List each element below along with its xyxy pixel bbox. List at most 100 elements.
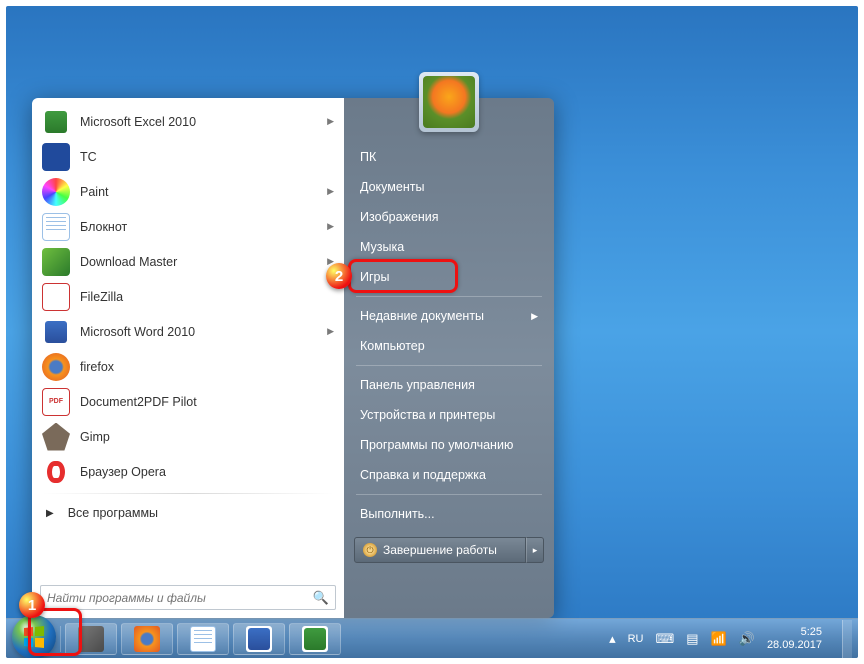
program-label: Блокнот xyxy=(80,220,317,234)
taskbar-icon xyxy=(78,626,104,652)
right-item-справка-и-поддержка[interactable]: Справка и поддержка xyxy=(350,460,548,490)
separator xyxy=(42,493,334,494)
taskbar-notepad[interactable] xyxy=(177,623,229,655)
taskbar-firefox[interactable] xyxy=(121,623,173,655)
right-item-выполнить...[interactable]: Выполнить... xyxy=(350,499,548,529)
program-microsoft-excel-2010[interactable]: Microsoft Excel 2010 ▶ xyxy=(36,104,340,139)
shutdown-dropdown[interactable]: ▸ xyxy=(526,537,544,563)
language-indicator[interactable]: RU xyxy=(628,633,644,645)
program-icon xyxy=(42,108,70,136)
right-item-label: Музыка xyxy=(360,240,404,254)
program-filezilla[interactable]: FileZilla xyxy=(36,279,340,314)
search-box[interactable]: 🔍 xyxy=(40,585,336,610)
system-tray: ▴ RU ⌨ ▤ 📶 🔊 5:25 28.09.2017 xyxy=(609,620,852,658)
shutdown-label: Завершение работы xyxy=(383,543,497,557)
program-icon xyxy=(42,213,70,241)
right-item-недавние-документы[interactable]: Недавние документы ▶ xyxy=(350,301,548,331)
program-icon xyxy=(42,178,70,206)
separator xyxy=(356,365,542,366)
clock-date: 28.09.2017 xyxy=(767,639,822,652)
action-center-icon[interactable]: ▤ xyxy=(686,631,698,647)
program-label: Microsoft Excel 2010 xyxy=(80,115,317,129)
desktop: Microsoft Excel 2010▶TCPaint▶Блокнот▶Dow… xyxy=(6,6,858,658)
right-item-пк[interactable]: ПК xyxy=(350,142,548,172)
windows-logo-icon xyxy=(22,625,46,649)
taskbar-word[interactable] xyxy=(233,623,285,655)
program-document2pdf-pilot[interactable]: Document2PDF Pilot xyxy=(36,384,340,419)
taskbar-icon xyxy=(190,626,216,652)
right-item-label: Документы xyxy=(360,180,424,194)
program-gimp[interactable]: Gimp xyxy=(36,419,340,454)
all-programs-label: Все программы xyxy=(68,506,158,520)
program-icon xyxy=(42,248,70,276)
start-button[interactable] xyxy=(12,615,56,659)
program-браузер-opera[interactable]: Браузер Opera xyxy=(36,454,340,489)
right-item-label: Устройства и принтеры xyxy=(360,408,495,422)
taskbar-excel[interactable] xyxy=(289,623,341,655)
start-menu-right: ПК Документы Изображения Музыка Игры Недавние… xyxy=(344,98,554,618)
taskbar-icon xyxy=(134,626,160,652)
clock[interactable]: 5:25 28.09.2017 xyxy=(767,626,822,651)
network-icon[interactable]: 📶 xyxy=(711,631,727,647)
program-icon xyxy=(42,388,70,416)
tray-chevron-icon[interactable]: ▴ xyxy=(609,631,616,647)
show-desktop-button[interactable] xyxy=(842,620,852,658)
program-label: Gimp xyxy=(80,430,334,444)
taskbar-foxit[interactable] xyxy=(65,623,117,655)
start-menu-left: Microsoft Excel 2010▶TCPaint▶Блокнот▶Dow… xyxy=(32,98,344,618)
program-label: Браузер Opera xyxy=(80,465,334,479)
program-label: Download Master xyxy=(80,255,317,269)
right-item-компьютер[interactable]: Компьютер xyxy=(350,331,548,361)
right-item-label: Программы по умолчанию xyxy=(360,438,513,452)
search-input[interactable] xyxy=(47,591,307,605)
program-tc[interactable]: TC xyxy=(36,139,340,174)
program-download-master[interactable]: Download Master▶ xyxy=(36,244,340,279)
right-item-панель-управления[interactable]: Панель управления xyxy=(350,370,548,400)
taskbar-icon xyxy=(246,626,272,652)
right-item-документы[interactable]: Документы xyxy=(350,172,548,202)
right-item-изображения[interactable]: Изображения xyxy=(350,202,548,232)
right-item-label: Выполнить... xyxy=(360,507,435,521)
right-item-label: Недавние документы xyxy=(360,309,484,323)
right-item-игры[interactable]: Игры xyxy=(350,262,548,292)
clock-time: 5:25 xyxy=(767,626,822,639)
right-item-устройства-и-принтеры[interactable]: Устройства и принтеры xyxy=(350,400,548,430)
program-microsoft-word-2010[interactable]: Microsoft Word 2010 ▶ xyxy=(36,314,340,349)
program-блокнот[interactable]: Блокнот▶ xyxy=(36,209,340,244)
all-programs-button[interactable]: ▶ Все программы xyxy=(36,498,340,528)
chevron-right-icon: ▶ xyxy=(327,326,334,337)
right-item-label: Компьютер xyxy=(360,339,425,353)
chevron-right-icon: ▶ xyxy=(327,186,334,197)
right-item-label: Изображения xyxy=(360,210,439,224)
right-item-label: Панель управления xyxy=(360,378,475,392)
user-avatar-frame[interactable] xyxy=(419,72,479,132)
program-paint[interactable]: Paint ▶ xyxy=(36,174,340,209)
callout-1-number: 1 xyxy=(19,592,45,618)
program-icon xyxy=(42,423,70,451)
separator xyxy=(356,494,542,495)
program-icon xyxy=(42,143,70,171)
right-item-музыка[interactable]: Музыка xyxy=(350,232,548,262)
shutdown-button[interactable]: ⏻ Завершение работы xyxy=(354,537,526,563)
right-item-label: ПК xyxy=(360,150,376,164)
search-icon: 🔍 xyxy=(313,590,329,606)
taskbar-icon xyxy=(302,626,328,652)
program-icon xyxy=(42,318,70,346)
program-icon xyxy=(42,283,70,311)
right-item-программы-по-умолчанию[interactable]: Программы по умолчанию xyxy=(350,430,548,460)
program-label: TC xyxy=(80,150,334,164)
user-avatar xyxy=(423,76,475,128)
volume-icon[interactable]: 🔊 xyxy=(739,631,755,647)
chevron-right-icon: ▶ xyxy=(46,508,54,519)
program-label: firefox xyxy=(80,360,334,374)
program-firefox[interactable]: firefox xyxy=(36,349,340,384)
chevron-right-icon: ▶ xyxy=(327,116,334,127)
program-icon xyxy=(42,458,70,486)
program-label: Document2PDF Pilot xyxy=(80,395,334,409)
callout-2-number: 2 xyxy=(326,263,352,289)
keyboard-icon[interactable]: ⌨ xyxy=(656,631,675,647)
separator xyxy=(60,626,61,652)
chevron-right-icon: ▶ xyxy=(531,311,538,322)
program-label: Paint xyxy=(80,185,317,199)
program-label: Microsoft Word 2010 xyxy=(80,325,317,339)
